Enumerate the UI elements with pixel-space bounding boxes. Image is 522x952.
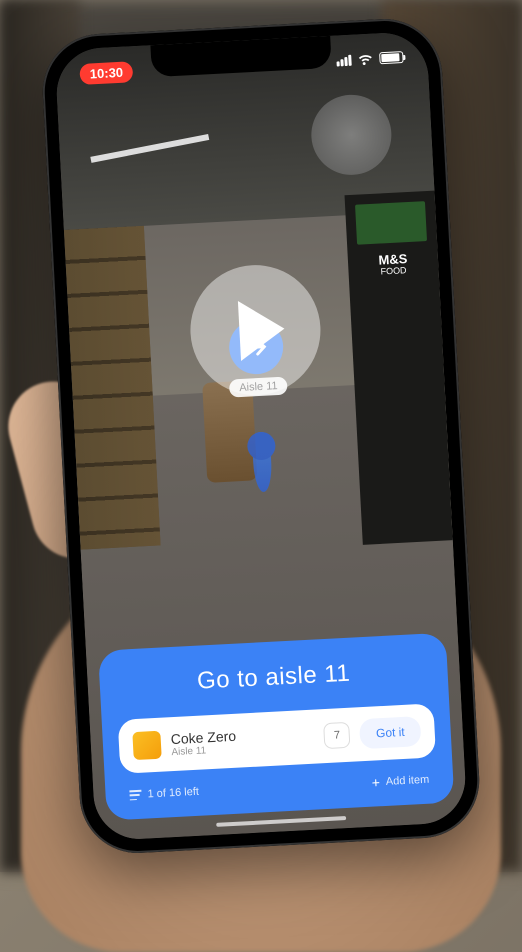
plus-icon: + [371,774,380,790]
got-it-button[interactable]: Got it [359,716,421,749]
shopping-item-card[interactable]: Coke Zero Aisle 11 7 Got it [118,703,436,773]
list-progress-button[interactable]: 1 of 16 left [129,786,199,802]
camera-view-shelf-left [64,226,161,550]
store-sign: M&S FOOD [360,251,427,279]
ar-location-pin [252,432,273,493]
progress-text: 1 of 16 left [147,786,199,801]
play-icon [237,299,285,361]
add-item-label: Add item [386,774,430,788]
phone-screen: M&S FOOD 10:30 [55,31,468,841]
product-icon [132,731,161,760]
instruction-text: Go to aisle 11 [115,655,432,699]
quantity-badge[interactable]: 7 [323,722,350,749]
recording-time-pill[interactable]: 10:30 [79,61,133,85]
phone-frame: M&S FOOD 10:30 [40,16,482,856]
video-play-button[interactable] [187,262,324,399]
navigation-card: Go to aisle 11 Coke Zero Aisle 11 7 Got … [98,633,454,821]
wifi-icon [357,53,374,66]
camera-view-shelf-right [345,191,453,545]
add-item-button[interactable]: + Add item [371,772,429,791]
cellular-signal-icon [336,54,352,66]
battery-icon [379,51,404,64]
list-icon [129,790,142,801]
